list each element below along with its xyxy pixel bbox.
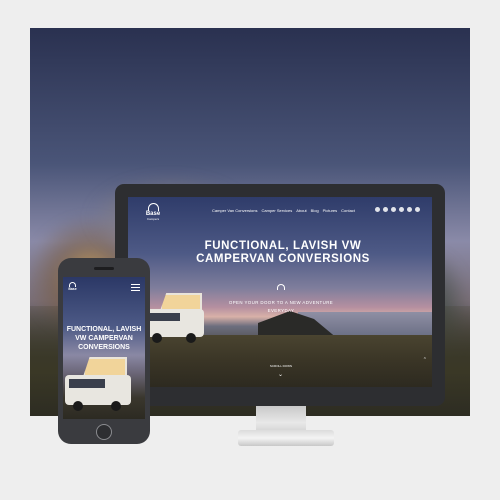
site-logo[interactable]: Base Campers — [143, 203, 163, 221]
chevron-down-icon[interactable]: ⌄ — [278, 371, 283, 378]
social-links — [375, 207, 420, 212]
nav-item-blog[interactable]: Blog — [311, 208, 319, 213]
pinterest-icon[interactable] — [407, 207, 412, 212]
logo-mark-icon — [147, 203, 159, 211]
hero-logo-icon — [277, 284, 285, 290]
email-icon[interactable] — [415, 207, 420, 212]
hero-tagline: OPEN YOUR DOOR TO A NEW ADVENTURE EVERYD… — [228, 300, 334, 313]
instagram-icon[interactable] — [375, 207, 380, 212]
nav-item-camper-van-conversions[interactable]: Camper Van Conversions — [212, 208, 258, 213]
phone-home-button[interactable] — [96, 424, 112, 440]
mobile-campervan-image — [65, 357, 135, 412]
scroll-down-label[interactable]: SCROLL DOWN — [264, 364, 298, 368]
monitor-stand-base — [238, 430, 334, 446]
phone-speaker — [94, 267, 114, 270]
mobile-site-logo[interactable]: Base — [67, 282, 78, 291]
mobile-logo-word: Base — [68, 287, 77, 291]
hero-headline: FUNCTIONAL, LAVISH VW CAMPERVAN CONVERSI… — [196, 240, 370, 265]
facebook-icon[interactable] — [383, 207, 388, 212]
nav-item-contact[interactable]: Contact — [341, 208, 355, 213]
logo-subtitle: Campers — [146, 217, 160, 221]
mobile-screen: Base FUNCTIONAL, LAVISH VW CAMPERVAN CON… — [63, 277, 145, 419]
main-navigation: Camper Van Conversions Camper Services A… — [212, 208, 355, 213]
mobile-hero-headline: FUNCTIONAL, LAVISH VW CAMPERVAN CONVERSI… — [66, 326, 142, 351]
hamburger-menu-icon[interactable] — [131, 284, 140, 293]
campervan-image — [146, 293, 206, 343]
nav-item-pictures[interactable]: Pictures — [323, 208, 337, 213]
twitter-icon[interactable] — [391, 207, 396, 212]
youtube-icon[interactable] — [399, 207, 404, 212]
nav-item-camper-services[interactable]: Camper Services — [262, 208, 293, 213]
nav-item-about[interactable]: About — [296, 208, 306, 213]
desktop-screen: Base Campers Camper Van Conversions Camp… — [128, 197, 432, 387]
chevron-up-icon[interactable]: ⌃ — [423, 357, 427, 363]
